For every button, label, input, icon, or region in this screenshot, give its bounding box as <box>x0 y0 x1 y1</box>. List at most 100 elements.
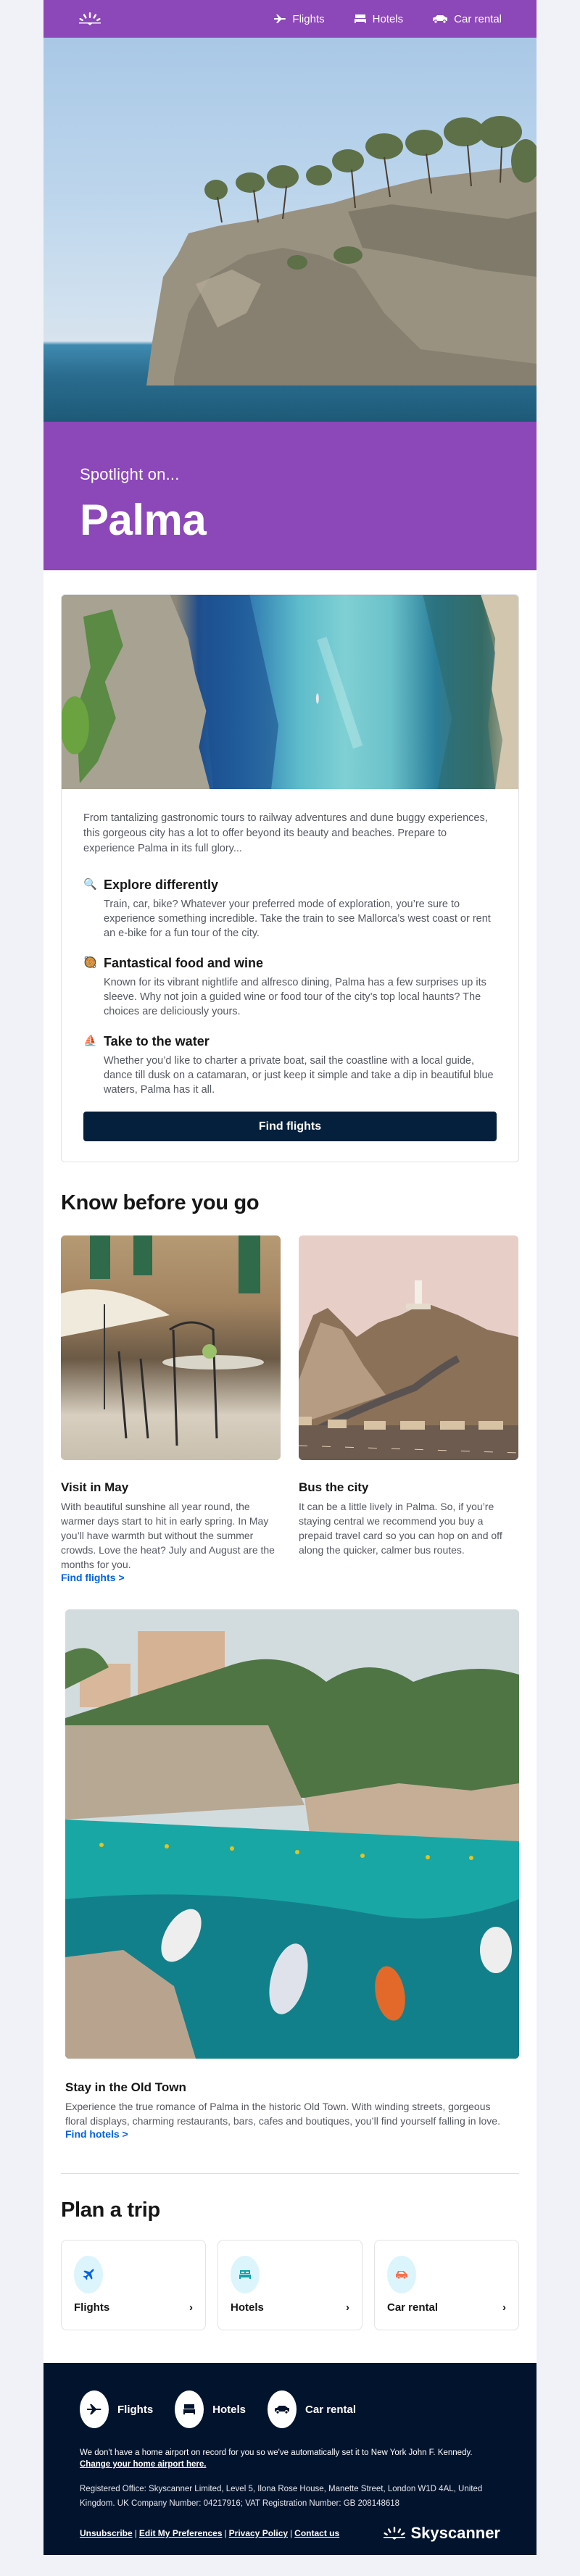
lighthouse-illustration <box>299 1235 518 1460</box>
spotlight-kicker: Spotlight on... <box>80 465 180 483</box>
brand-wordmark: Skyscanner <box>410 2524 500 2542</box>
contact-us-link[interactable]: Contact us <box>294 2528 339 2538</box>
car-icon <box>396 2271 407 2279</box>
cove-aerial-image <box>62 595 518 789</box>
footer-links: Unsubscribe | Edit My Preferences | Privacy … <box>80 2528 339 2538</box>
footer-icon-circle <box>268 2390 297 2428</box>
feature-water: ⛵ Take to the water Whether you’d like t… <box>83 1033 497 1097</box>
footer-nav-label: Flights <box>117 2403 154 2416</box>
skyscanner-logo-icon[interactable] <box>78 11 102 27</box>
footer-icon-circle <box>80 2390 109 2428</box>
footer-brand-logo[interactable]: Skyscanner <box>383 2524 500 2543</box>
old-town-text: Experience the true romance of Palma in … <box>65 2101 500 2127</box>
plan-card-icon-wrap <box>387 2256 416 2293</box>
change-home-airport-link[interactable]: Change your home airport here. <box>80 2459 206 2470</box>
spotlight-title: Palma <box>80 496 207 544</box>
feature-text: Whether you’d like to charter a private … <box>104 1055 494 1096</box>
footer-bottom: Unsubscribe | Edit My Preferences | Privacy … <box>80 2524 500 2543</box>
top-header: Flights Hotels Car rental <box>44 0 536 38</box>
link-separator: | <box>290 2528 293 2538</box>
feature-food: 🥘 Fantastical food and wine Known for it… <box>83 955 497 1019</box>
footer-nav-flights[interactable]: Flights <box>80 2390 153 2428</box>
cafe-illustration <box>61 1235 264 1446</box>
bed-icon <box>239 2270 251 2279</box>
registered-office-text: Registered Office: Skyscanner Limited, L… <box>80 2485 483 2508</box>
find-flights-link[interactable]: Find flights > <box>61 1572 125 1583</box>
bed-icon <box>183 2404 196 2414</box>
intro-card: From tantalizing gastronomic tours to ra… <box>61 594 519 1162</box>
tip-bus-the-city: Bus the city It can be a little lively i… <box>299 1235 518 1585</box>
plane-icon <box>87 2404 102 2414</box>
header-nav-flights[interactable]: Flights <box>273 12 325 25</box>
plan-card-car-rental[interactable]: Car rental › <box>374 2240 519 2330</box>
section-divider <box>61 2173 519 2174</box>
paella-icon: 🥘 <box>83 956 97 969</box>
cove-aerial-illustration <box>62 595 518 789</box>
footer: Flights Hotels Car rental We don't have … <box>44 2363 536 2555</box>
plan-trip-grid: Flights › Hotels › Car rental › <box>44 2240 536 2363</box>
header-nav-hotels-label: Hotels <box>372 12 404 25</box>
hero-image <box>44 38 536 422</box>
privacy-policy-link[interactable]: Privacy Policy <box>229 2528 288 2538</box>
chevron-right-icon: › <box>189 2301 193 2314</box>
cafe-terrace-image <box>61 1235 281 1460</box>
feature-title: Explore differently <box>104 878 219 892</box>
edit-preferences-link[interactable]: Edit My Preferences <box>139 2528 223 2538</box>
plan-card-label: Flights <box>74 2301 110 2314</box>
email-container: Flights Hotels Car rental Spotlight on..… <box>44 0 536 2555</box>
plan-card-label: Hotels <box>231 2301 264 2314</box>
header-nav-car-rental-label: Car rental <box>454 12 502 25</box>
car-icon <box>433 15 448 23</box>
plan-card-icon-wrap <box>231 2256 260 2293</box>
find-flights-button[interactable]: Find flights <box>83 1112 497 1141</box>
old-town-section: Stay in the Old Town Experience the true… <box>44 2080 536 2141</box>
magnifying-glass-icon: 🔍 <box>83 878 97 891</box>
know-before-grid: Visit in May With beautiful sunshine all… <box>44 1235 536 1585</box>
tip-title: Visit in May <box>61 1480 129 1494</box>
link-separator: | <box>224 2528 227 2538</box>
unsubscribe-link[interactable]: Unsubscribe <box>80 2528 133 2538</box>
bed-icon <box>354 14 366 23</box>
tip-title: Bus the city <box>299 1480 369 1494</box>
old-town-title: Stay in the Old Town <box>65 2080 186 2094</box>
tip-text: With beautiful sunshine all year round, … <box>61 1501 275 1570</box>
footer-nav-car-rental[interactable]: Car rental <box>268 2390 356 2428</box>
home-airport-text: We don't have a home airport on record f… <box>80 2448 473 2457</box>
plan-card-flights[interactable]: Flights › <box>61 2240 206 2330</box>
tip-text: It can be a little lively in Palma. So, … <box>299 1501 502 1556</box>
footer-nav-label: Hotels <box>212 2403 246 2416</box>
header-nav-hotels[interactable]: Hotels <box>354 12 404 25</box>
intro-card-body: From tantalizing gastronomic tours to ra… <box>62 789 518 1162</box>
feature-explore: 🔍 Explore differently Train, car, bike? … <box>83 877 497 941</box>
sailboat-icon: ⛵ <box>83 1035 97 1047</box>
find-hotels-link[interactable]: Find hotels > <box>65 2128 128 2140</box>
feature-title: Take to the water <box>104 1034 210 1049</box>
feature-text: Known for its vibrant nightlife and alfr… <box>104 977 486 1017</box>
footer-nav-label: Car rental <box>305 2403 357 2416</box>
header-nav-car-rental[interactable]: Car rental <box>432 13 502 25</box>
feature-text: Train, car, bike? Whatever your preferre… <box>104 899 491 939</box>
plan-trip-heading: Plan a trip <box>61 2198 160 2222</box>
chevron-right-icon: › <box>502 2301 506 2314</box>
lighthouse-road-image <box>299 1235 518 1460</box>
car-icon <box>275 2406 290 2414</box>
plan-card-icon-wrap <box>74 2256 103 2293</box>
footer-nav-hotels[interactable]: Hotels <box>175 2390 246 2428</box>
chevron-right-icon: › <box>346 2301 349 2314</box>
know-before-heading: Know before you go <box>61 1191 260 1214</box>
feature-title: Fantastical food and wine <box>104 956 264 970</box>
skyscanner-logo-icon <box>384 2527 406 2540</box>
plan-card-label: Car rental <box>387 2301 439 2314</box>
plane-icon <box>274 14 286 23</box>
footer-icon-circle <box>175 2390 204 2428</box>
tip-visit-in-may: Visit in May With beautiful sunshine all… <box>61 1235 281 1585</box>
header-nav-flights-label: Flights <box>292 12 325 25</box>
intro-text: From tantalizing gastronomic tours to ra… <box>83 812 488 854</box>
home-airport-note: We don't have a home airport on record f… <box>80 2447 500 2470</box>
link-separator: | <box>134 2528 137 2538</box>
plan-card-hotels[interactable]: Hotels › <box>218 2240 362 2330</box>
footer-nav: Flights Hotels Car rental <box>80 2390 500 2428</box>
old-town-cove-image <box>65 1609 519 2059</box>
cliff-illustration <box>146 116 536 385</box>
header-nav: Flights Hotels Car rental <box>273 13 502 25</box>
